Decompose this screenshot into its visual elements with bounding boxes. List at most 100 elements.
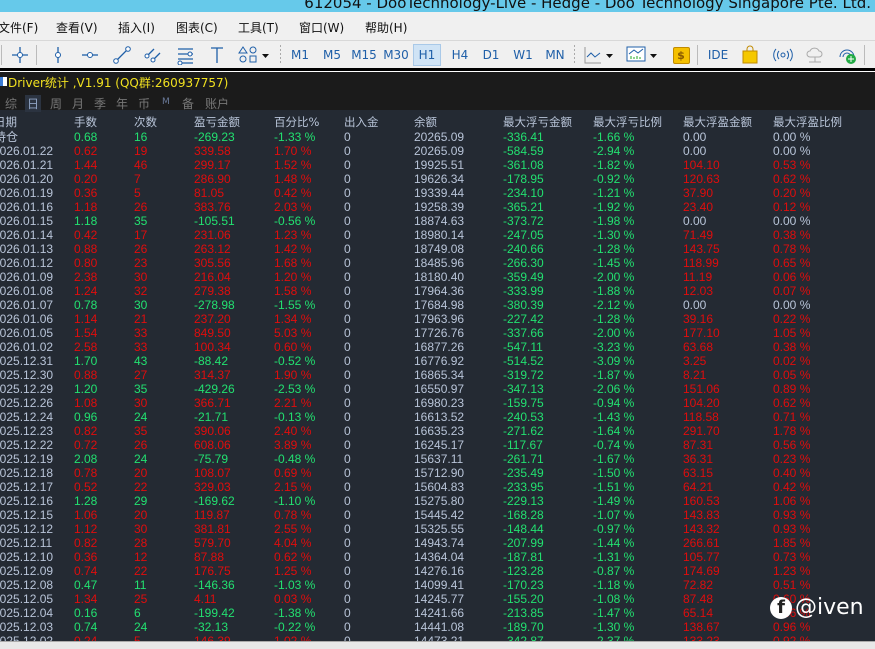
channel-icon[interactable] <box>141 44 165 66</box>
cell-max-float-profit-pct: 0.07 % <box>773 284 811 298</box>
vertical-line-icon[interactable] <box>46 44 70 66</box>
menu-view[interactable]: 查看(V) <box>56 19 98 36</box>
table-row[interactable]: 2026.01.15 1.18 35 -105.51 -0.56 % 0 18874.63 -… <box>0 214 875 228</box>
cell-lots: 0.62 <box>74 144 98 158</box>
tab-m[interactable]: M <box>162 97 170 107</box>
table-row[interactable]: 2026.01.20 0.20 7 286.90 1.48 % 0 19626.34 -178… <box>0 172 875 186</box>
column-header-max-float-profit-pct[interactable]: 最大浮盈比例 <box>773 115 842 129</box>
signal-icon[interactable] <box>771 44 795 66</box>
shapes-dropdown[interactable] <box>236 44 272 66</box>
indicators-dropdown[interactable] <box>624 44 660 66</box>
cell-percent: -1.10 % <box>274 494 316 508</box>
timeframe-m15[interactable]: M15 <box>349 44 379 66</box>
panel-resize-bar[interactable] <box>0 641 875 649</box>
menu-insert[interactable]: 插入(I) <box>118 19 155 36</box>
table-row[interactable]: 2026.01.09 2.38 30 216.04 1.20 % 0 18180.40 -35… <box>0 270 875 284</box>
timeframe-w1[interactable]: W1 <box>509 44 537 66</box>
table-row[interactable]: 2025.12.11 0.82 28 579.70 4.04 % 0 14943.74 -20… <box>0 536 875 550</box>
table-row[interactable]: 2026.01.21 1.44 46 299.17 1.52 % 0 19925.51 -36… <box>0 158 875 172</box>
menu-charts[interactable]: 图表(C) <box>176 19 218 36</box>
table-row[interactable]: 2025.12.16 1.28 29 -169.62 -1.10 % 0 15275.80 -… <box>0 494 875 508</box>
column-header-pnl[interactable]: 盈亏金额 <box>194 115 240 129</box>
fibonacci-icon[interactable] <box>173 44 197 66</box>
cell-pnl: 108.07 <box>194 466 231 480</box>
timeframe-d1[interactable]: D1 <box>477 44 505 66</box>
table-row[interactable]: 2026.01.08 1.24 32 279.38 1.58 % 0 17964.36 -33… <box>0 284 875 298</box>
cell-max-float-loss-pct: -0.94 % <box>593 396 635 410</box>
table-row[interactable]: 2025.12.22 0.72 26 608.06 3.89 % 0 16245.17 -11… <box>0 438 875 452</box>
cell-percent: 2.15 % <box>274 480 312 494</box>
cell-max-float-profit-pct: 1.85 % <box>773 536 811 550</box>
menu-file[interactable]: 文件(F) <box>0 19 38 36</box>
column-header-deposit[interactable]: 出入金 <box>344 115 379 129</box>
table-row[interactable]: 2026.01.19 0.36 5 81.05 0.42 % 0 19339.44 -234.… <box>0 186 875 200</box>
table-row[interactable]: 2025.12.03 0.74 24 -32.13 -0.22 % 0 14441.08 -1… <box>0 620 875 634</box>
shopping-bag-icon[interactable] <box>738 44 762 66</box>
table-row[interactable]: 2025.12.30 0.88 27 314.37 1.90 % 0 16865.34 -31… <box>0 368 875 382</box>
timeframe-m1[interactable]: M1 <box>286 44 314 66</box>
text-icon[interactable] <box>205 44 229 66</box>
menu-help[interactable]: 帮助(H) <box>365 19 407 36</box>
table-row[interactable]: 2026.01.06 1.14 21 237.20 1.34 % 0 17963.96 -22… <box>0 312 875 326</box>
cell-pnl: 299.17 <box>194 158 231 172</box>
cell-lots: 2.58 <box>74 340 98 354</box>
table-row[interactable]: 2025.12.02 0.24 5 146.39 1.02 % 0 14473.21 -342… <box>0 634 875 641</box>
table-row[interactable]: 2025.12.10 0.36 12 87.88 0.62 % 0 14364.04 -187… <box>0 550 875 564</box>
cell-percent: -0.48 % <box>274 452 316 466</box>
menu-window[interactable]: 窗口(W) <box>299 19 344 36</box>
table-row[interactable]: 2026.01.05 1.54 33 849.50 5.03 % 0 17726.76 -33… <box>0 326 875 340</box>
vps-add-icon[interactable] <box>835 44 859 66</box>
table-row[interactable]: 2025.12.24 0.96 24 -21.71 -0.13 % 0 16613.52 -2… <box>0 410 875 424</box>
menu-tools[interactable]: 工具(T) <box>238 19 279 36</box>
column-header-count[interactable]: 次数 <box>134 115 157 129</box>
table-row[interactable]: 2025.12.15 1.06 20 119.87 0.78 % 0 15445.42 -16… <box>0 508 875 522</box>
column-header-percent[interactable]: 百分比% <box>274 115 319 129</box>
column-header-max-float-loss[interactable]: 最大浮亏金额 <box>503 115 572 129</box>
table-row[interactable]: 2025.12.18 0.78 20 108.07 0.69 % 0 15712.90 -23… <box>0 466 875 480</box>
cell-pnl: 4.11 <box>194 592 217 606</box>
table-row[interactable]: 2025.12.08 0.47 11 -146.36 -1.03 % 0 14099.41 -… <box>0 578 875 592</box>
cell-date: 持仓 <box>0 130 19 144</box>
crosshair-icon[interactable] <box>8 44 32 66</box>
table-row[interactable]: 2026.01.13 0.88 26 263.12 1.42 % 0 18749.08 -24… <box>0 242 875 256</box>
table-row[interactable]: 2025.12.23 0.82 35 390.06 2.40 % 0 16635.23 -27… <box>0 424 875 438</box>
table-row[interactable]: 2025.12.05 1.34 25 4.11 0.03 % 0 14245.77 -155.… <box>0 592 875 606</box>
cell-max-float-loss: -240.66 <box>503 242 544 256</box>
table-row[interactable]: 2025.12.09 0.74 22 176.75 1.25 % 0 14276.16 -12… <box>0 564 875 578</box>
cell-percent: -0.56 % <box>274 214 316 228</box>
timeframe-h1[interactable]: H1 <box>413 44 441 66</box>
table-row[interactable]: 2026.01.14 0.42 17 231.06 1.23 % 0 18980.14 -24… <box>0 228 875 242</box>
cell-date: 2026.01.12 <box>0 256 54 270</box>
table-row[interactable]: 2026.01.22 0.62 19 339.58 1.70 % 0 20265.09 -58… <box>0 144 875 158</box>
timeframe-m5[interactable]: M5 <box>318 44 346 66</box>
cloud-icon[interactable] <box>803 44 827 66</box>
table-row[interactable]: 2026.01.16 1.18 26 383.76 2.03 % 0 19258.39 -36… <box>0 200 875 214</box>
table-row[interactable]: 2026.01.02 2.58 33 100.34 0.60 % 0 16877.26 -54… <box>0 340 875 354</box>
table-row[interactable]: 2025.12.31 1.70 43 -88.42 -0.52 % 0 16776.92 -5… <box>0 354 875 368</box>
market-dollar-icon[interactable]: $ <box>670 44 692 66</box>
timeframe-m30[interactable]: M30 <box>381 44 411 66</box>
trendline-icon[interactable] <box>110 44 134 66</box>
column-header-date[interactable]: 日期 <box>0 115 17 129</box>
table-row[interactable]: 持仓 0.68 16 -269.23 -1.33 % 0 20265.09 -336.41 -1… <box>0 130 875 144</box>
table-row[interactable]: 2025.12.04 0.16 6 -199.42 -1.38 % 0 14241.66 -2… <box>0 606 875 620</box>
horizontal-line-icon[interactable] <box>78 44 102 66</box>
column-header-lots[interactable]: 手数 <box>74 115 97 129</box>
column-header-balance[interactable]: 余额 <box>414 115 437 129</box>
column-header-max-float-profit[interactable]: 最大浮盈金额 <box>683 115 752 129</box>
timeframe-h4[interactable]: H4 <box>446 44 474 66</box>
table-row[interactable]: 2025.12.12 1.12 30 381.81 2.55 % 0 15325.55 -14… <box>0 522 875 536</box>
chart-type-dropdown[interactable] <box>582 44 618 66</box>
table-row[interactable]: 2025.12.29 1.20 35 -429.26 -2.53 % 0 16550.97 -… <box>0 382 875 396</box>
cell-lots: 1.12 <box>74 522 98 536</box>
column-header-max-float-loss-pct[interactable]: 最大浮亏比例 <box>593 115 662 129</box>
table-row[interactable]: 2025.12.17 0.52 22 329.03 2.15 % 0 15604.83 -23… <box>0 480 875 494</box>
table-row[interactable]: 2026.01.12 0.80 23 305.56 1.68 % 0 18485.96 -26… <box>0 256 875 270</box>
ide-button[interactable]: IDE <box>704 44 732 66</box>
cell-balance: 20265.09 <box>414 130 465 144</box>
cell-pnl: 176.75 <box>194 564 231 578</box>
table-row[interactable]: 2026.01.07 0.78 30 -278.98 -1.55 % 0 17684.98 -… <box>0 298 875 312</box>
timeframe-mn[interactable]: MN <box>541 44 569 66</box>
table-row[interactable]: 2025.12.19 2.08 24 -75.79 -0.48 % 0 15637.11 -2… <box>0 452 875 466</box>
table-row[interactable]: 2025.12.26 1.08 30 366.71 2.21 % 0 16980.23 -15… <box>0 396 875 410</box>
